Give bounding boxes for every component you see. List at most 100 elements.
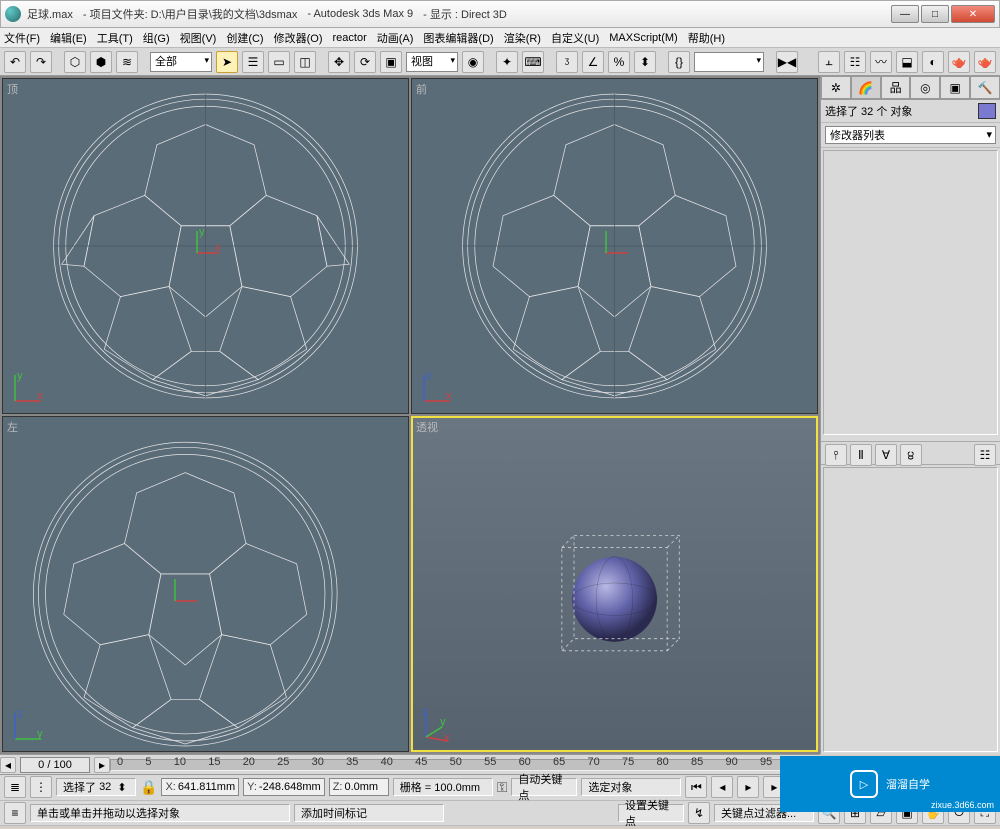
configure-sets-button[interactable]: ☷ [974, 444, 996, 466]
make-unique-button[interactable]: ∀ [875, 444, 897, 466]
menu-view[interactable]: 视图(V) [180, 30, 217, 46]
key-filters-icon[interactable]: ↯ [688, 802, 710, 824]
setkey-button[interactable]: 设置关键点 [618, 804, 684, 822]
svg-text:x: x [444, 732, 450, 743]
coord-z-field[interactable]: Z:0.0mm [329, 778, 389, 796]
render-scene-button[interactable]: 🫖 [948, 51, 970, 73]
select-by-name-button[interactable]: ☰ [242, 51, 264, 73]
viewport-front[interactable]: 前 [411, 78, 818, 414]
gizmo-front [602, 227, 632, 257]
watermark: ▷ 溜溜自学 zixue.3d66.com [780, 756, 1000, 812]
redo-button[interactable]: ↷ [30, 51, 52, 73]
unlink-button[interactable]: ⬢ [90, 51, 112, 73]
axis-left-icon: yz [11, 707, 47, 743]
tab-utilities[interactable]: 🔨 [970, 76, 1000, 99]
schematic-view-button[interactable]: ⬓ [896, 51, 918, 73]
select-manipulate-button[interactable]: ✦ [496, 51, 518, 73]
viewport-perspective[interactable]: 透视 [411, 416, 818, 752]
select-region-button[interactable]: ▭ [268, 51, 290, 73]
menu-graph[interactable]: 图表编辑器(D) [423, 30, 493, 46]
show-end-result-button[interactable]: Ⅱ [850, 444, 872, 466]
selection-filter-dropdown[interactable]: 全部 [150, 52, 212, 72]
remove-modifier-button[interactable]: ੪ [900, 444, 922, 466]
layers-button[interactable]: ☷ [844, 51, 866, 73]
tab-modify[interactable]: 🌈 [851, 76, 881, 99]
key-icon[interactable]: ⚿ [497, 779, 508, 796]
coord-y-field[interactable]: Y:-248.648mm [243, 778, 325, 796]
tab-create[interactable]: ✲ [821, 76, 851, 99]
minimize-button[interactable]: — [891, 5, 919, 23]
tab-hierarchy[interactable]: 品 [881, 76, 911, 99]
coord-x-field[interactable]: X:641.811mm [161, 778, 239, 796]
maximize-button[interactable]: □ [921, 5, 949, 23]
pin-stack-button[interactable]: ⫯ [825, 444, 847, 466]
select-button[interactable]: ➤ [216, 51, 238, 73]
viewport-grid: 顶 [0, 76, 820, 754]
named-selection-button[interactable]: {} [668, 51, 690, 73]
object-color-swatch[interactable] [978, 103, 996, 119]
tab-display[interactable]: ▣ [940, 76, 970, 99]
menu-tools[interactable]: 工具(T) [97, 30, 133, 46]
trackbar-toggle-button[interactable]: ≣ [4, 776, 26, 798]
curve-editor-button[interactable]: 〰 [870, 51, 892, 73]
ref-coord-dropdown[interactable]: 视图 [406, 52, 458, 72]
time-slider[interactable]: 0 / 100 [20, 757, 90, 773]
selected-object-field[interactable]: 选定对象 [581, 778, 681, 796]
use-center-button[interactable]: ◉ [462, 51, 484, 73]
title-app: - Autodesk 3ds Max 9 [307, 8, 413, 20]
move-button[interactable]: ✥ [328, 51, 350, 73]
svg-text:y: y [37, 728, 43, 740]
bind-spacewarp-button[interactable]: ≋ [116, 51, 138, 73]
window-crossing-button[interactable]: ◫ [294, 51, 316, 73]
menu-customize[interactable]: 自定义(U) [551, 30, 599, 46]
close-button[interactable]: ✕ [951, 5, 995, 23]
modifier-stack[interactable] [823, 150, 998, 435]
gizmo-top: xy [193, 227, 223, 257]
menu-create[interactable]: 创建(C) [226, 30, 263, 46]
goto-start-button[interactable]: ⏮ [685, 776, 707, 798]
prompt-field: 单击或单击并拖动以选择对象 [30, 804, 290, 822]
prev-frame-button[interactable]: ◂ [711, 776, 733, 798]
timeline-track[interactable]: 0510152025303540455055606570758085909510… [110, 759, 820, 771]
modifier-list-dropdown[interactable]: 修改器列表 [825, 126, 996, 144]
material-editor-button[interactable]: ◐ [922, 51, 944, 73]
play-button[interactable]: ▸ [737, 776, 759, 798]
menu-render[interactable]: 渲染(R) [504, 30, 541, 46]
menu-file[interactable]: 文件(F) [4, 30, 40, 46]
menu-edit[interactable]: 编辑(E) [50, 30, 87, 46]
spinner-snap-button[interactable]: ⬍ [634, 51, 656, 73]
snap-toggle-button[interactable]: ᶾ [556, 51, 578, 73]
lock-icon[interactable]: 🔒 [140, 779, 157, 796]
mirror-button[interactable]: ▶◀ [776, 51, 798, 73]
svg-text:y: y [199, 227, 205, 238]
viewport-top-label: 顶 [7, 81, 18, 97]
menu-maxscript[interactable]: MAXScript(M) [609, 32, 677, 44]
keyboard-shortcut-button[interactable]: ⌨ [522, 51, 544, 73]
timeline-prev-button[interactable]: ◂ [0, 757, 16, 773]
selection-info-label: 选择了 32 个 对象 [825, 103, 912, 119]
menu-help[interactable]: 帮助(H) [688, 30, 725, 46]
menu-modifier[interactable]: 修改器(O) [274, 30, 323, 46]
tab-motion[interactable]: ◎ [910, 76, 940, 99]
autokey-button[interactable]: 自动关键点 [511, 778, 577, 796]
menu-reactor[interactable]: reactor [333, 32, 367, 44]
title-bar: 足球.max - 项目文件夹: D:\用户目录\我的文档\3dsmax - Au… [0, 0, 1000, 28]
trackbar-filter-button[interactable]: ⋮ [30, 776, 52, 798]
align-button[interactable]: ⫠ [818, 51, 840, 73]
scale-button[interactable]: ▣ [380, 51, 402, 73]
rotate-button[interactable]: ⟳ [354, 51, 376, 73]
link-button[interactable]: ⬡ [64, 51, 86, 73]
timeline-next-button[interactable]: ▸ [94, 757, 110, 773]
svg-text:x: x [215, 242, 221, 254]
undo-button[interactable]: ↶ [4, 51, 26, 73]
viewport-top[interactable]: 顶 [2, 78, 409, 414]
menu-animation[interactable]: 动画(A) [377, 30, 414, 46]
viewport-left[interactable]: 左 yz [2, 416, 409, 752]
quick-render-button[interactable]: 🫖 [974, 51, 996, 73]
angle-snap-button[interactable]: ∠ [582, 51, 604, 73]
script-listener-button[interactable]: ≡ [4, 802, 26, 824]
percent-snap-button[interactable]: % [608, 51, 630, 73]
named-selection-dropdown[interactable] [694, 52, 764, 72]
time-tag-field[interactable]: 添加时间标记 [294, 804, 444, 822]
menu-group[interactable]: 组(G) [143, 30, 170, 46]
